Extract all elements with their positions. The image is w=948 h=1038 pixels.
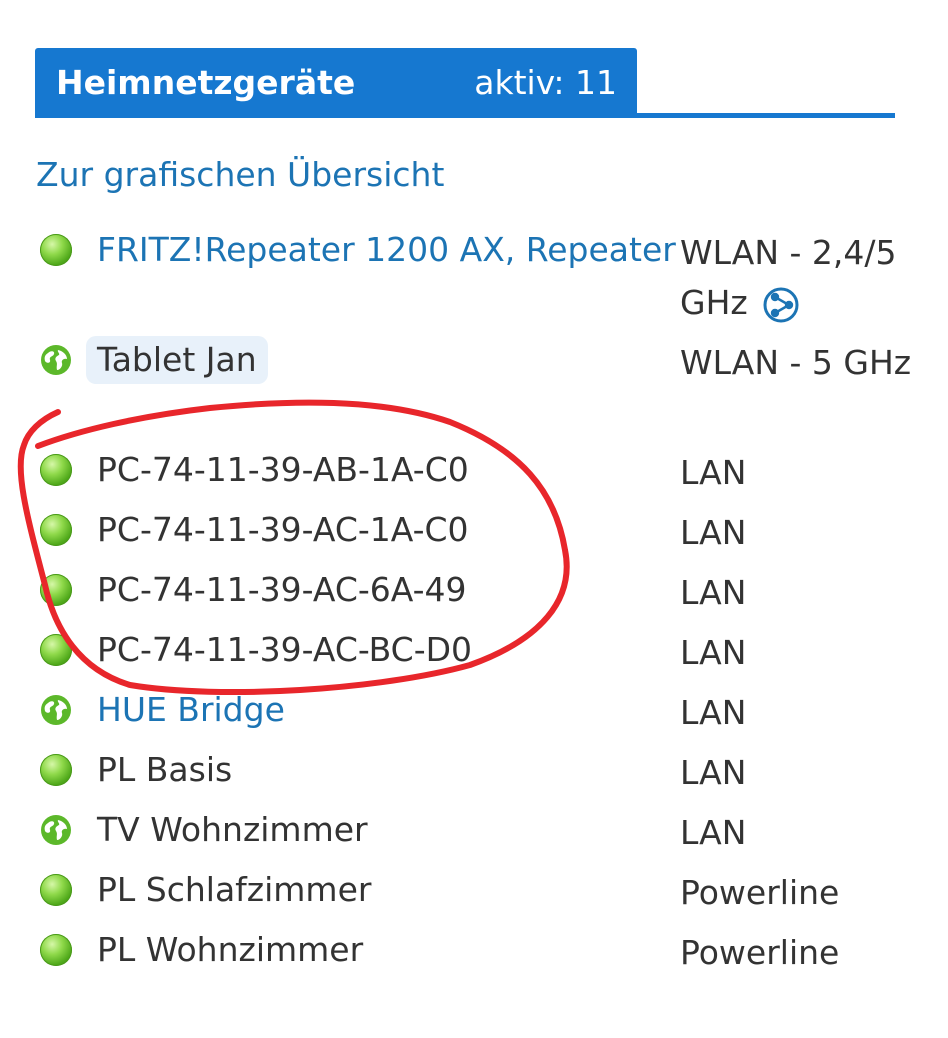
device-row: PC-74-11-39-AC-6A-49 LAN [0,562,948,622]
device-name[interactable]: PL Schlafzimmer [97,868,371,912]
device-row: HUE Bridge LAN [0,682,948,742]
internet-globe-icon [41,815,71,845]
device-name-chip[interactable]: Tablet Jan [86,336,268,384]
connection-type: LAN [680,753,747,792]
device-name[interactable]: PC-74-11-39-AB-1A-C0 [97,448,469,492]
section-title: Heimnetzgeräte [56,63,356,102]
connection-type: LAN [680,693,747,732]
device-row: PL Schlafzimmer Powerline [0,862,948,922]
online-dot-icon [40,514,72,546]
device-row: PL Basis LAN [0,742,948,802]
internet-globe-icon [41,345,71,375]
device-name-link[interactable]: HUE Bridge [97,688,285,732]
online-dot-icon [40,934,72,966]
device-row: FRITZ!Repeater 1200 AX, Repeater WLAN - … [0,222,948,322]
connection-type: WLAN - 2,4/5 GHz [680,228,940,328]
connection-type: WLAN - 5 GHz [680,343,912,382]
connection-type: Powerline [680,873,840,912]
device-name[interactable]: PC-74-11-39-AC-6A-49 [97,568,467,612]
device-row: PC-74-11-39-AC-BC-D0 LAN [0,622,948,682]
online-dot-icon [40,634,72,666]
connection-type: LAN [680,813,747,852]
device-row: PC-74-11-39-AC-1A-C0 LAN [0,502,948,562]
connection-type: Powerline [680,933,840,972]
connection-type: LAN [680,513,747,552]
internet-globe-icon [41,695,71,725]
device-row: Tablet Jan WLAN - 5 GHz [0,332,948,392]
active-count: aktiv: 11 [474,63,617,102]
connection-type: LAN [680,633,747,672]
header-tab[interactable]: Heimnetzgeräte aktiv: 11 [35,48,637,118]
connection-type: LAN [680,573,747,612]
graphical-overview-link[interactable]: Zur grafischen Übersicht [36,152,444,198]
mesh-icon[interactable] [762,286,800,324]
device-name[interactable]: PL Basis [97,748,232,792]
device-name[interactable]: TV Wohnzimmer [97,808,368,852]
online-dot-icon [40,754,72,786]
device-name[interactable]: PC-74-11-39-AC-BC-D0 [97,628,472,672]
device-name[interactable]: PC-74-11-39-AC-1A-C0 [97,508,469,552]
device-row: PC-74-11-39-AB-1A-C0 LAN [0,442,948,502]
online-dot-icon [40,454,72,486]
device-row: PL Wohnzimmer Powerline [0,922,948,982]
device-name[interactable]: PL Wohnzimmer [97,928,363,972]
device-row: TV Wohnzimmer LAN [0,802,948,862]
online-dot-icon [40,874,72,906]
device-name-link[interactable]: FRITZ!Repeater 1200 AX, Repeater [97,228,676,272]
connection-type: LAN [680,453,747,492]
online-dot-icon [40,234,72,266]
online-dot-icon [40,574,72,606]
